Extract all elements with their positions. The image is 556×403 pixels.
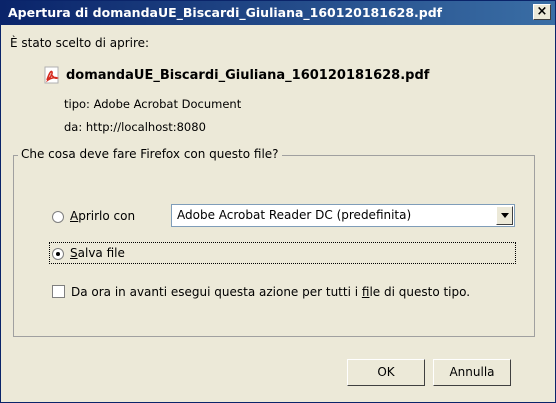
action-group-legend: Che cosa deve fare Firefox con questo fi… bbox=[18, 147, 282, 161]
close-button[interactable]: × bbox=[533, 4, 551, 20]
file-source-label: da: bbox=[64, 120, 83, 134]
open-with-app-value: Adobe Acrobat Reader DC (predefinita) bbox=[177, 208, 412, 222]
file-type-row: tipo: Adobe Acrobat Document bbox=[64, 97, 241, 111]
file-source-value: http://localhost:8080 bbox=[85, 120, 206, 134]
file-name: domandaUE_Biscardi_Giuliana_160120181628… bbox=[66, 68, 430, 83]
always-do-this-checkbox[interactable] bbox=[52, 285, 65, 298]
chevron-down-icon[interactable] bbox=[496, 206, 513, 225]
always-label-after: ile di questo tipo. bbox=[369, 285, 471, 299]
close-icon: × bbox=[536, 4, 548, 19]
file-source-row: da: http://localhost:8080 bbox=[64, 120, 206, 134]
file-type-label: tipo: bbox=[64, 97, 90, 111]
title-bar[interactable]: Apertura di domandaUE_Biscardi_Giuliana_… bbox=[1, 1, 555, 25]
save-file-label-rest: alva file bbox=[77, 246, 125, 260]
open-with-app-select[interactable]: Adobe Acrobat Reader DC (predefinita) bbox=[171, 204, 515, 227]
save-file-label[interactable]: Salva file bbox=[70, 246, 125, 260]
window-title: Apertura di domandaUE_Biscardi_Giuliana_… bbox=[8, 5, 443, 20]
open-with-radio[interactable] bbox=[52, 211, 64, 223]
download-dialog: Apertura di domandaUE_Biscardi_Giuliana_… bbox=[0, 0, 556, 403]
open-with-mnemonic: A bbox=[70, 209, 79, 223]
open-with-label-rest: prirlo con bbox=[78, 209, 136, 223]
always-label-before: Da ora in avanti esegui questa azione pe… bbox=[71, 285, 362, 299]
intro-text: È stato scelto di aprire: bbox=[10, 36, 150, 50]
always-do-this-label[interactable]: Da ora in avanti esegui questa azione pe… bbox=[71, 285, 470, 299]
pdf-file-icon bbox=[44, 66, 59, 84]
save-file-mnemonic: S bbox=[70, 246, 78, 260]
ok-button[interactable]: OK bbox=[347, 359, 425, 386]
file-type-value: Adobe Acrobat Document bbox=[93, 97, 242, 111]
cancel-button[interactable]: Annulla bbox=[433, 359, 511, 386]
open-with-label[interactable]: Aprirlo con bbox=[70, 209, 135, 223]
save-file-radio[interactable] bbox=[52, 248, 64, 260]
